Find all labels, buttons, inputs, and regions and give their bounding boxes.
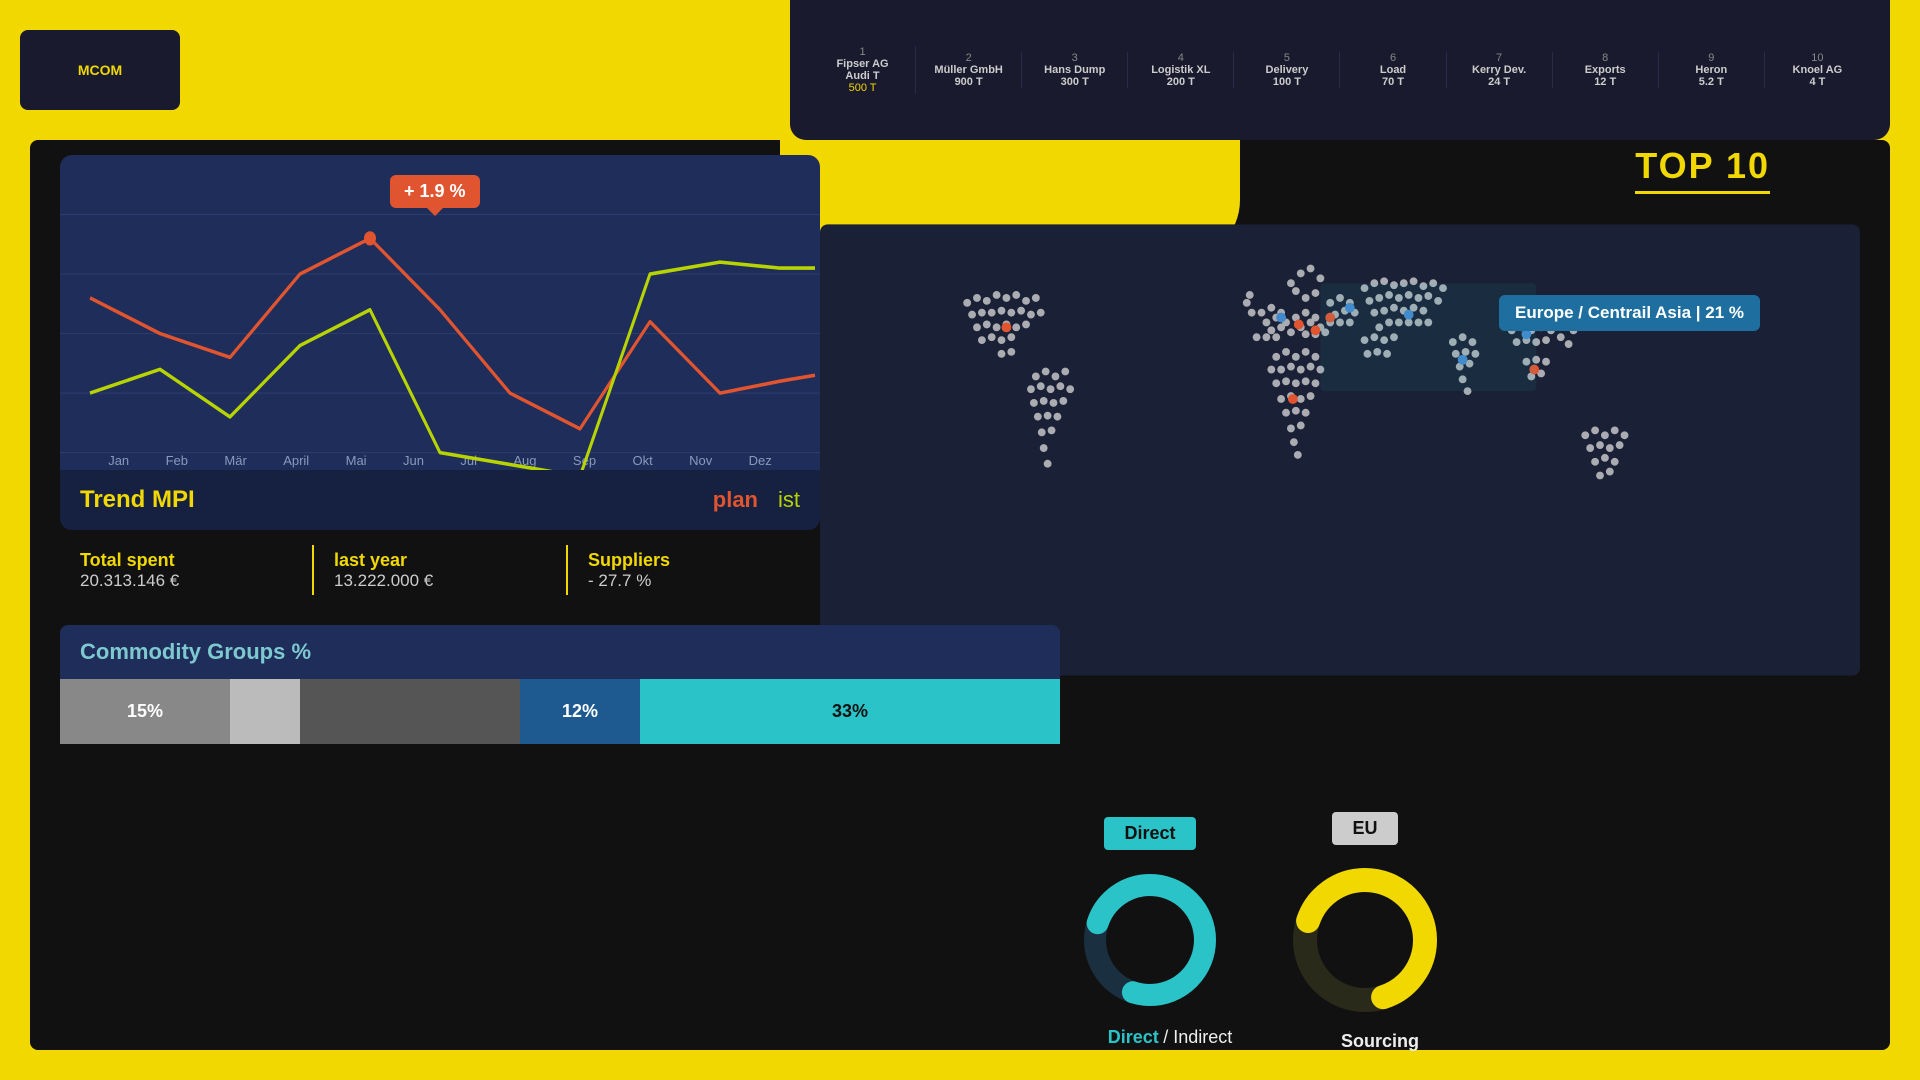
donut-eu-panel: EU: [1280, 812, 1450, 1025]
name-1: Fipser AGAudi T: [836, 58, 888, 82]
top10-item-4: 4 Logistik XL200 T: [1128, 52, 1234, 88]
map-tooltip: Europe / Centrail Asia | 21 %: [1499, 295, 1760, 331]
commodity-panel: Commodity Groups % 15% 12% 33%: [60, 625, 1060, 744]
rank-1: 1: [859, 46, 865, 58]
legend-plan: plan: [713, 487, 758, 513]
commodity-title: Commodity Groups %: [80, 639, 311, 664]
top10-panel: 1 Fipser AGAudi T 500 T 2 Müller GmbH900…: [790, 0, 1890, 140]
top10-item-1: 1 Fipser AGAudi T 500 T: [810, 46, 916, 94]
rank-9: 9: [1708, 52, 1714, 64]
chart-title: Trend MPI: [80, 486, 195, 514]
rank-4: 4: [1178, 52, 1184, 64]
map-panel: Europe / Centrail Asia | 21 %: [820, 210, 1860, 690]
stat-suppliers: Suppliers - 27.7 %: [568, 550, 820, 591]
rank-8: 8: [1602, 52, 1608, 64]
bar-seg-2: [230, 679, 300, 744]
rank-5: 5: [1284, 52, 1290, 64]
top10-item-10: 10 Knoel AG4 T: [1765, 52, 1870, 88]
legend-ist: ist: [778, 487, 800, 513]
stat-lastyear-label: last year: [334, 550, 546, 571]
stat-total-value: 20.313.146 €: [80, 571, 292, 591]
chart-footer: Trend MPI plan ist: [60, 470, 820, 530]
yellow-bottom: [0, 1050, 1920, 1080]
stat-lastyear-value: 13.222.000 €: [334, 571, 546, 591]
top10-item-2: 2 Müller GmbH900 T: [916, 52, 1022, 88]
name-8: Exports12 T: [1585, 64, 1626, 88]
commodity-bars: 15% 12% 33%: [60, 679, 1060, 744]
donut-direct-panel: Direct: [1070, 817, 1230, 1020]
stats-row: Total spent 20.313.146 € last year 13.22…: [60, 545, 820, 595]
donut-eu-label: EU: [1332, 812, 1397, 845]
top10-item-5: 5 Delivery100 T: [1234, 52, 1340, 88]
bar-seg-3: [300, 679, 520, 744]
stat-suppliers-value: - 27.7 %: [588, 571, 800, 591]
top10-item-8: 8 Exports12 T: [1553, 52, 1659, 88]
name-7: Kerry Dev.24 T: [1472, 64, 1526, 88]
name-10: Knoel AG4 T: [1793, 64, 1843, 88]
stat-last-year: last year 13.222.000 €: [314, 550, 566, 591]
val-1: 500 T: [849, 82, 877, 94]
sourcing-label: Sourcing: [1341, 1031, 1419, 1051]
donut-eu-svg: [1280, 855, 1450, 1025]
chart-legend: plan ist: [713, 487, 800, 513]
name-6: Load70 T: [1380, 64, 1406, 88]
logo: MCOM: [20, 30, 180, 110]
bar-seg-5: 33%: [640, 679, 1060, 744]
donut-direct-svg: [1070, 860, 1230, 1020]
indirect-label: / Indirect: [1163, 1027, 1232, 1047]
stat-total-spent: Total spent 20.313.146 €: [60, 550, 312, 591]
yellow-right: [1890, 0, 1920, 1080]
world-map-svg: [820, 210, 1860, 690]
chart-panel: Jan Feb Mär April Mai Jun Jul Aug Sep Ok…: [60, 155, 820, 530]
donut-direct-label: Direct: [1104, 817, 1195, 850]
bar-seg-4: 12%: [520, 679, 640, 744]
name-5: Delivery100 T: [1266, 64, 1309, 88]
rank-10: 10: [1811, 52, 1823, 64]
bottom-label-direct-indirect: Direct / Indirect: [1070, 1027, 1270, 1048]
top10-label: TOP 10: [1635, 145, 1770, 194]
rank-7: 7: [1496, 52, 1502, 64]
stat-total-label: Total spent: [80, 550, 292, 571]
chart-tooltip: + 1.9 %: [390, 175, 480, 208]
bottom-label-sourcing: Sourcing: [1280, 1031, 1480, 1052]
name-2: Müller GmbH900 T: [934, 64, 1002, 88]
yellow-left: [0, 0, 30, 1080]
logo-text: MCOM: [78, 62, 122, 78]
name-9: Heron5.2 T: [1695, 64, 1727, 88]
commodity-header: Commodity Groups %: [60, 625, 1060, 679]
top10-item-7: 7 Kerry Dev.24 T: [1447, 52, 1553, 88]
name-4: Logistik XL200 T: [1151, 64, 1210, 88]
rank-3: 3: [1072, 52, 1078, 64]
rank-6: 6: [1390, 52, 1396, 64]
top10-item-3: 3 Hans Dump300 T: [1022, 52, 1128, 88]
bar-seg-1: 15%: [60, 679, 230, 744]
stat-suppliers-label: Suppliers: [588, 550, 800, 571]
top10-item-9: 9 Heron5.2 T: [1659, 52, 1765, 88]
direct-label: Direct: [1108, 1027, 1159, 1047]
name-3: Hans Dump300 T: [1044, 64, 1105, 88]
top10-item-6: 6 Load70 T: [1340, 52, 1446, 88]
rank-2: 2: [966, 52, 972, 64]
